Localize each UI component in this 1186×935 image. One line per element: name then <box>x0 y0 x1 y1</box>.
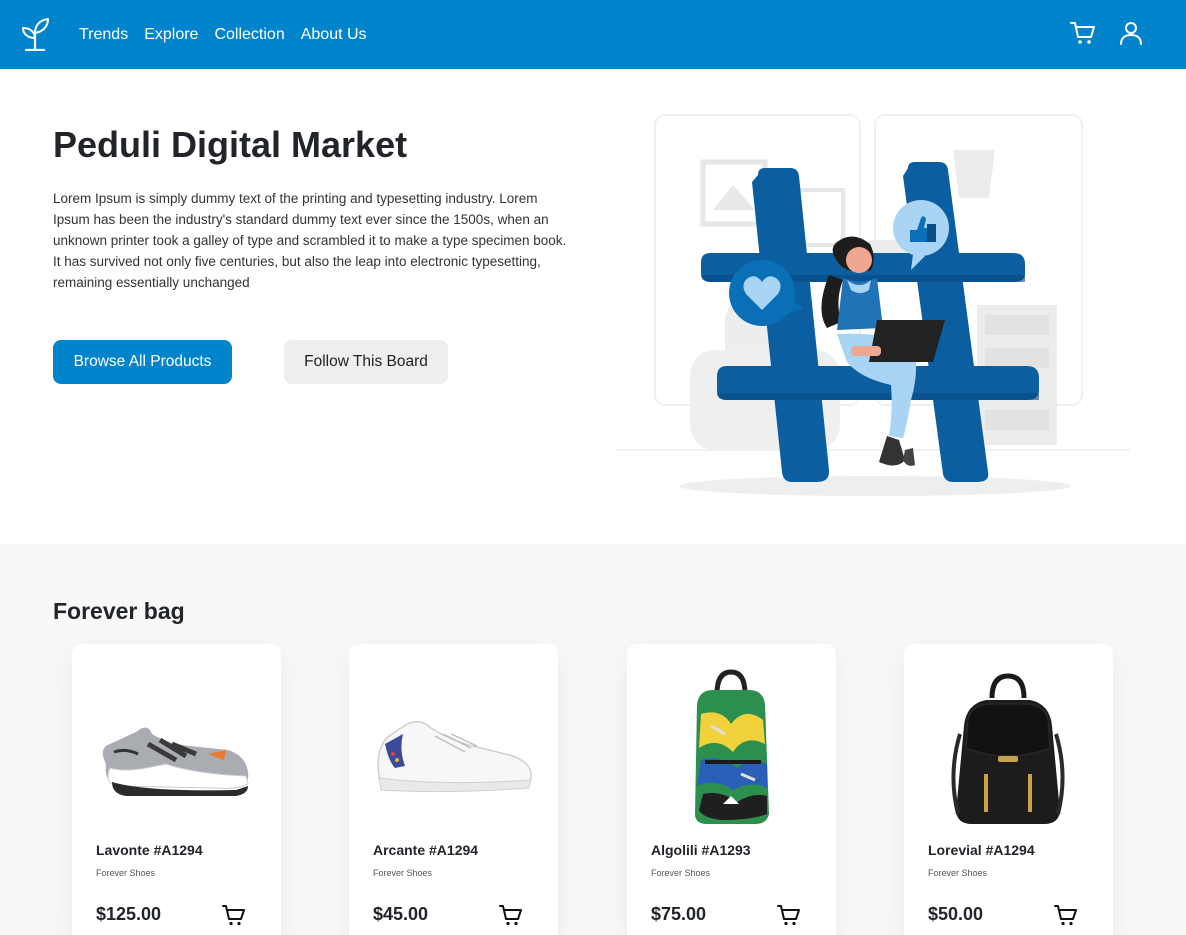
product-name: Arcante #A1294 <box>373 842 479 858</box>
product-category: Forever Shoes <box>928 868 988 878</box>
hero-title: Peduli Digital Market <box>53 124 408 165</box>
product-card[interactable]: Arcante #A1294 Forever Shoes $45.00 <box>349 644 558 935</box>
follow-this-board-button[interactable]: Follow This Board <box>284 340 448 384</box>
product-image <box>102 727 249 796</box>
product-category: Forever Shoes <box>373 868 433 878</box>
nav-link-collection[interactable]: Collection <box>214 26 284 44</box>
navbar: Trends Explore Collection About Us <box>0 0 1186 69</box>
add-to-cart-icon[interactable] <box>499 904 523 926</box>
sprout-icon[interactable] <box>20 17 50 51</box>
nav-links: Trends Explore Collection About Us <box>79 0 383 69</box>
cart-icon[interactable] <box>1070 20 1096 46</box>
product-name: Lavonte #A1294 <box>96 842 203 858</box>
product-card[interactable]: Lorevial #A1294 Forever Shoes $50.00 <box>904 644 1113 935</box>
hero-description: Lorem Ipsum is simply dummy text of the … <box>53 191 567 290</box>
nav-link-trends[interactable]: Trends <box>79 26 128 44</box>
nav-link-about-us[interactable]: About Us <box>301 26 367 44</box>
browse-all-products-button[interactable]: Browse All Products <box>53 340 232 384</box>
product-name: Algolili #A1293 <box>651 842 751 858</box>
product-card[interactable]: Lavonte #A1294 Forever Shoes $125.00 <box>72 644 281 935</box>
user-icon[interactable] <box>1118 20 1144 46</box>
products-section: Forever bag Lavonte #A1294 Forever Shoes… <box>0 544 1186 935</box>
section-title: Forever bag <box>53 598 185 624</box>
product-name: Lorevial #A1294 <box>928 842 1035 858</box>
product-image <box>695 669 769 824</box>
product-price: $75.00 <box>651 904 707 924</box>
product-price: $50.00 <box>928 904 984 924</box>
nav-link-explore[interactable]: Explore <box>144 26 198 44</box>
product-card[interactable]: Algolili #A1293 Forever Shoes $75.00 <box>627 644 836 935</box>
hashtag-illustration <box>615 114 1130 496</box>
add-to-cart-icon[interactable] <box>222 904 246 926</box>
product-price: $45.00 <box>373 904 429 924</box>
nav-icons <box>1070 20 1144 46</box>
add-to-cart-icon[interactable] <box>777 904 801 926</box>
product-category: Forever Shoes <box>96 868 156 878</box>
product-category: Forever Shoes <box>651 868 711 878</box>
product-image <box>377 721 532 793</box>
add-to-cart-icon[interactable] <box>1054 904 1078 926</box>
product-image <box>951 673 1065 824</box>
product-price: $125.00 <box>96 904 162 924</box>
